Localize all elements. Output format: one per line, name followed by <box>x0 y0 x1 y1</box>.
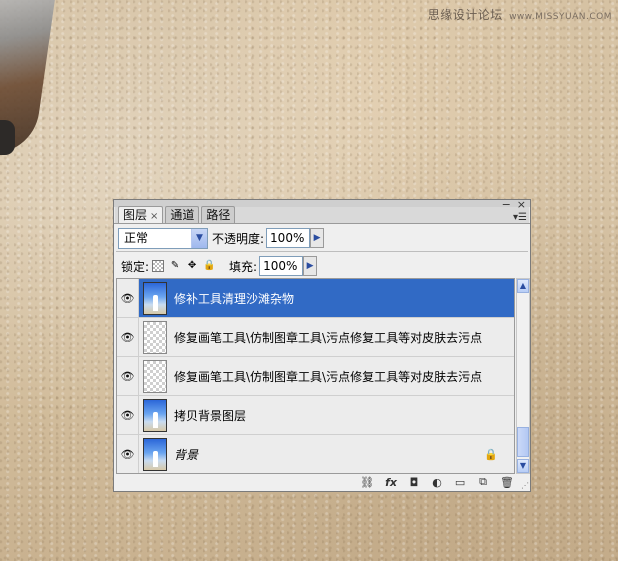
layer-thumbnail <box>143 398 167 432</box>
scroll-thumb[interactable] <box>517 427 529 457</box>
link-layers-icon[interactable]: ⛓ <box>360 476 374 489</box>
layer-name: 修补工具清理沙滩杂物 <box>174 291 295 306</box>
blend-opacity-row: 正常 ▼ 不透明度: 100% ▶ <box>118 227 325 249</box>
lock-label: 锁定: <box>121 259 150 274</box>
lock-transparent-pixels-icon[interactable] <box>152 260 165 272</box>
layers-scrollbar[interactable]: ▲ ▼ <box>516 278 530 474</box>
layer-row[interactable]: 👁 修补工具清理沙滩杂物 <box>117 279 514 318</box>
adjustment-layer-icon[interactable]: ◐ <box>431 476 443 489</box>
fill-slider-arrow-icon[interactable]: ▶ <box>303 256 318 276</box>
layer-name: 背景 <box>174 447 199 462</box>
layer-row[interactable]: 👁 修复画笔工具\仿制图章工具\污点修复工具等对皮肤去污点 <box>117 318 514 357</box>
new-layer-icon[interactable]: ⧉ <box>477 475 489 489</box>
blend-mode-select[interactable]: 正常 ▼ <box>118 227 208 249</box>
tab-close-icon[interactable]: × <box>150 211 158 222</box>
layer-thumbnail <box>143 320 167 354</box>
tab-layers[interactable]: 图层 × <box>118 206 164 224</box>
visibility-eye-icon[interactable]: 👁 <box>117 435 139 473</box>
layer-row[interactable]: 👁 拷贝背景图层 <box>117 396 514 435</box>
scroll-up-icon[interactable]: ▲ <box>517 279 529 293</box>
layer-lock-icon: 🔒 <box>484 447 498 461</box>
layer-name: 修复画笔工具\仿制图章工具\污点修复工具等对皮肤去污点 <box>174 330 483 345</box>
lock-all-icon[interactable]: 🔒 <box>203 260 215 272</box>
watermark: 思缘设计论坛 www.MISSYUAN.COM <box>428 6 612 23</box>
scroll-down-icon[interactable]: ▼ <box>517 459 529 473</box>
tab-layers-label: 图层 <box>123 208 148 222</box>
lock-image-pixels-icon[interactable]: ✎ <box>169 260 181 272</box>
fx-icon[interactable]: fx <box>385 476 397 489</box>
layer-name: 拷贝背景图层 <box>174 408 247 423</box>
visibility-eye-icon[interactable]: 👁 <box>117 396 139 434</box>
layer-name: 修复画笔工具\仿制图章工具\污点修复工具等对皮肤去污点 <box>174 369 483 384</box>
layer-thumbnail <box>143 437 167 471</box>
blend-mode-value: 正常 <box>124 230 149 245</box>
layer-row[interactable]: 👁 背景 🔒 <box>117 435 514 473</box>
layers-list: 👁 修补工具清理沙滩杂物 👁 修复画笔工具\仿制图章工具\污点修复工具等对皮肤去… <box>116 278 515 474</box>
panel-footer: ⛓ fx ◘ ◐ ▭ ⧉ 🗑 <box>114 473 530 491</box>
panel-menu-icon[interactable]: ▾☰ <box>513 212 527 223</box>
close-icon[interactable]: × <box>517 198 526 211</box>
opacity-slider-arrow-icon[interactable]: ▶ <box>310 228 325 248</box>
watermark-text: 思缘设计论坛 <box>427 8 503 22</box>
fill-input[interactable]: 100% <box>259 256 304 276</box>
opacity-input[interactable]: 100% <box>266 228 311 248</box>
chevron-down-icon[interactable]: ▼ <box>191 228 207 248</box>
panel-tabs: 图层 × 通道 路径 <box>118 206 236 224</box>
delete-layer-icon[interactable]: 🗑 <box>500 476 514 489</box>
fill-label: 填充: <box>229 259 258 274</box>
layer-thumbnail <box>143 359 167 393</box>
driftwood-shadow <box>0 120 15 155</box>
visibility-eye-icon[interactable]: 👁 <box>117 357 139 395</box>
lock-position-icon[interactable]: ✥ <box>186 260 198 272</box>
panel-body: 正常 ▼ 不透明度: 100% ▶ 锁定: ✎ ✥ 🔒 填充: 100% ▶ 👁 <box>114 223 530 491</box>
add-mask-icon[interactable]: ◘ <box>408 476 420 489</box>
layers-panel: − × 图层 × 通道 路径 ▾☰ 正常 ▼ 不透明度: 100% ▶ 锁定: ✎… <box>113 198 531 492</box>
lock-fill-row: 锁定: ✎ ✥ 🔒 填充: 100% ▶ <box>121 255 318 277</box>
visibility-eye-icon[interactable]: 👁 <box>117 279 139 317</box>
layer-row[interactable]: 👁 修复画笔工具\仿制图章工具\污点修复工具等对皮肤去污点 <box>117 357 514 396</box>
visibility-eye-icon[interactable]: 👁 <box>117 318 139 356</box>
divider <box>116 251 528 252</box>
layer-thumbnail <box>143 281 167 315</box>
watermark-url: www.MISSYUAN.COM <box>509 12 612 22</box>
tab-channels[interactable]: 通道 <box>165 206 200 223</box>
new-group-icon[interactable]: ▭ <box>454 476 466 489</box>
resize-grip-icon[interactable]: ⋰ <box>521 481 529 490</box>
minimize-icon[interactable]: − <box>502 198 511 211</box>
opacity-label: 不透明度: <box>212 231 265 246</box>
tab-paths[interactable]: 路径 <box>201 206 236 223</box>
